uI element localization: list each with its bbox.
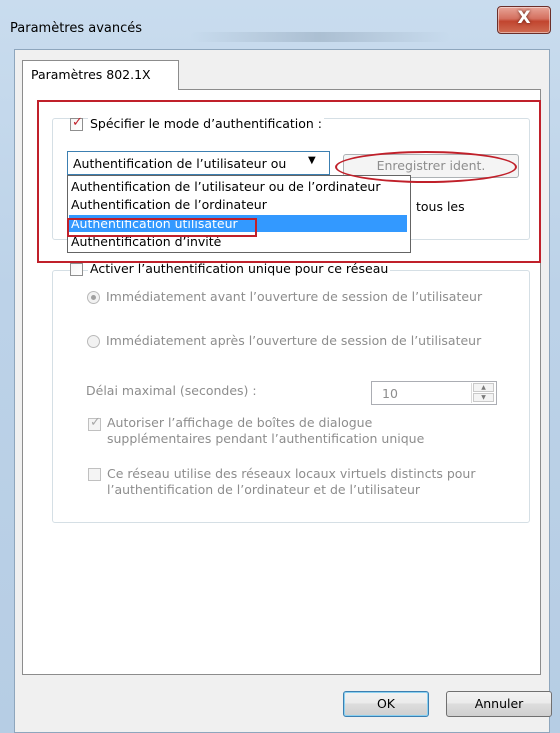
- spin-buttons: ▲ ▼: [471, 383, 496, 403]
- allow-dialogs-label-line1: Autoriser l’affichage de boîtes de dialo…: [107, 415, 373, 430]
- window-title: Paramètres avancés: [10, 21, 143, 36]
- vlan-label-line1: Ce réseau utilise des réseaux locaux vir…: [107, 466, 476, 481]
- ok-button[interactable]: OK: [343, 691, 429, 717]
- radio-after-logon-label: Immédiatement après l’ouverture de sessi…: [106, 333, 482, 348]
- allow-dialogs-checkbox[interactable]: ✓: [88, 415, 101, 431]
- dropdown-option-guest[interactable]: Authentification d’invité: [71, 233, 221, 250]
- enable-sso-checkbox[interactable]: [70, 263, 83, 276]
- enable-sso-label: Activer l’authentification unique pour c…: [88, 261, 391, 276]
- tab-label: Paramètres 802.1X: [31, 67, 151, 82]
- specify-auth-mode-checkbox[interactable]: ✓: [70, 115, 83, 131]
- vlan-label-line2: l’authentification de l’ordinateur et de…: [107, 482, 421, 497]
- chevron-down-icon[interactable]: ▼: [308, 155, 316, 166]
- max-delay-label: Délai maximal (secondes) :: [86, 383, 257, 398]
- cancel-button[interactable]: Annuler: [446, 691, 552, 717]
- specify-auth-mode-label: Spécifier le mode d’authentification :: [88, 116, 324, 131]
- radio-selected-dot: [91, 295, 96, 300]
- title-bar-background-blur: [190, 32, 450, 42]
- auth-mode-dropdown-list: Authentification de l’utilisateur ou de …: [67, 175, 411, 253]
- checkmark-icon: ✓: [72, 115, 83, 130]
- dropdown-option-user-or-computer[interactable]: Authentification de l’utilisateur ou de …: [71, 178, 381, 195]
- radio-before-logon-label: Immédiatement avant l’ouverture de sessi…: [106, 289, 483, 304]
- auth-mode-selected-value: Authentification de l’utilisateur ou: [73, 156, 287, 171]
- close-button[interactable]: X: [497, 6, 551, 34]
- checkmark-icon: ✓: [90, 415, 101, 430]
- vlan-checkbox[interactable]: [88, 468, 101, 481]
- radio-before-logon[interactable]: [87, 291, 100, 304]
- partially-hidden-text: tous les: [416, 199, 465, 214]
- radio-after-logon[interactable]: [87, 335, 100, 348]
- spin-down-icon[interactable]: ▼: [473, 393, 494, 402]
- dropdown-option-computer[interactable]: Authentification de l’ordinateur: [71, 196, 267, 213]
- dropdown-option-user[interactable]: Authentification utilisateur: [69, 215, 407, 232]
- close-icon: X: [517, 8, 531, 28]
- max-delay-value: 10: [382, 386, 398, 401]
- spin-up-icon[interactable]: ▲: [473, 383, 494, 392]
- allow-dialogs-label-line2: supplémentaires pendant l’authentificati…: [107, 431, 425, 446]
